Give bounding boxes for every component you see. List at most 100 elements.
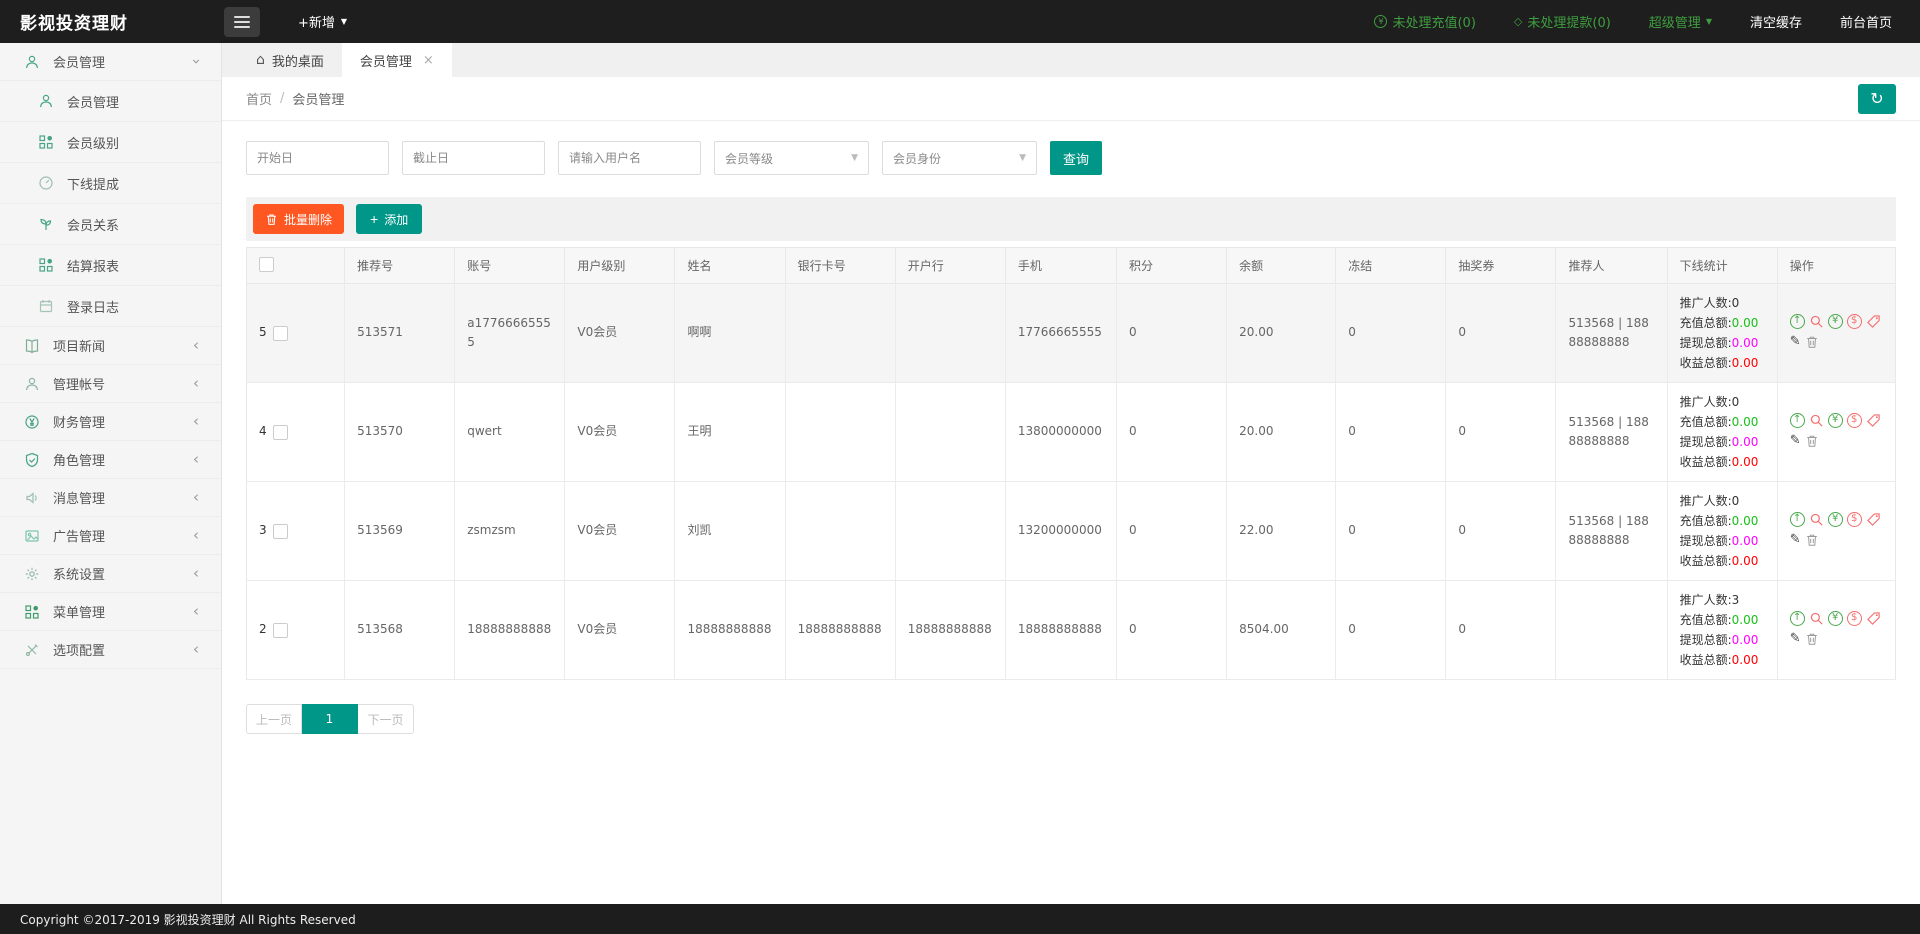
arrow-up-icon[interactable]: ↑ xyxy=(1790,314,1805,329)
chevron-left-icon: ‹ xyxy=(193,490,199,505)
sidebar-item-project-news[interactable]: 项目新闻 ‹ xyxy=(0,327,221,365)
tag-icon[interactable] xyxy=(1866,314,1881,329)
row-checkbox[interactable] xyxy=(273,326,288,341)
edit-icon[interactable]: ✎ xyxy=(1790,530,1801,551)
clear-cache-link[interactable]: 清空缓存 xyxy=(1750,12,1802,31)
shield-check-icon xyxy=(24,452,40,468)
sidebar-item-label: 财务管理 xyxy=(53,412,105,431)
top-bar: 影视投资理财 +新增 ▼ ¥ 未处理充值(0) ◇ 未处理提款(0) 超级管理 … xyxy=(0,0,1920,43)
grid-icon xyxy=(38,257,54,273)
prev-page-button[interactable]: 上一页 xyxy=(246,704,302,734)
arrow-up-icon[interactable]: ↑ xyxy=(1790,512,1805,527)
magnifier-icon[interactable] xyxy=(1809,611,1824,626)
pending-recharge-link[interactable]: ¥ 未处理充值(0) xyxy=(1374,12,1475,31)
sidebar-item-message-management[interactable]: 消息管理 ‹ xyxy=(0,479,221,517)
batch-delete-button[interactable]: 批量删除 xyxy=(253,204,344,234)
stat-recharge-label: 充值总额: xyxy=(1680,613,1732,627)
dollar-icon[interactable]: $ xyxy=(1847,512,1862,527)
footer: Copyright ©2017-2019 影视投资理财 All Rights R… xyxy=(0,904,1920,934)
magnifier-icon[interactable] xyxy=(1809,512,1824,527)
dollar-icon[interactable]: $ xyxy=(1847,413,1862,428)
sidebar-item-label: 会员级别 xyxy=(67,133,119,152)
col-header-downline-stats: 下线统计 xyxy=(1667,248,1777,284)
sidebar-item-member-management[interactable]: 会员管理 xyxy=(0,81,221,122)
edit-icon[interactable]: ✎ xyxy=(1790,332,1801,353)
member-identity-select-value: 会员身份 xyxy=(893,150,941,167)
col-header-level: 用户级别 xyxy=(565,248,675,284)
next-page-button[interactable]: 下一页 xyxy=(358,704,414,734)
yen-icon[interactable]: ¥ xyxy=(1828,611,1843,626)
tab-member-management[interactable]: 会员管理 × xyxy=(342,43,452,77)
search-button[interactable]: 查询 xyxy=(1050,141,1102,175)
sidebar-item-option-config[interactable]: 选项配置 ‹ xyxy=(0,631,221,669)
dollar-icon[interactable]: $ xyxy=(1847,611,1862,626)
trash-icon[interactable] xyxy=(1805,434,1819,448)
menu-toggle-button[interactable] xyxy=(224,7,260,37)
sidebar-item-label: 系统设置 xyxy=(53,564,105,583)
add-button[interactable]: + 添加 xyxy=(356,204,422,234)
sidebar-item-member-relations[interactable]: 会员关系 xyxy=(0,204,221,245)
col-header-name: 姓名 xyxy=(675,248,785,284)
chevron-left-icon: ‹ xyxy=(193,566,199,581)
magnifier-icon[interactable] xyxy=(1809,413,1824,428)
home-icon: ⌂ xyxy=(256,52,265,68)
start-date-input[interactable] xyxy=(246,141,389,175)
row-checkbox[interactable] xyxy=(273,425,288,440)
sidebar-item-downline-commission[interactable]: 下线提成 xyxy=(0,163,221,204)
cell-bank xyxy=(895,482,1005,581)
arrow-up-icon[interactable]: ↑ xyxy=(1790,413,1805,428)
sidebar-item-role-management[interactable]: 角色管理 ‹ xyxy=(0,441,221,479)
row-checkbox[interactable] xyxy=(273,623,288,638)
magnifier-icon[interactable] xyxy=(1809,314,1824,329)
tag-icon[interactable] xyxy=(1866,512,1881,527)
sidebar-item-login-log[interactable]: 登录日志 xyxy=(0,286,221,327)
row-id: 2 xyxy=(259,620,267,639)
close-icon[interactable]: × xyxy=(423,53,434,68)
sidebar-item-system-settings[interactable]: 系统设置 ‹ xyxy=(0,555,221,593)
arrow-up-icon[interactable]: ↑ xyxy=(1790,611,1805,626)
cell-name: 啊啊 xyxy=(675,284,785,383)
yen-icon[interactable]: ¥ xyxy=(1828,512,1843,527)
cell-downline-stats: 推广人数:3 充值总额:0.00 提现总额:0.00 收益总额:0.00 xyxy=(1667,581,1777,680)
pending-withdraw-link[interactable]: ◇ 未处理提款(0) xyxy=(1514,12,1611,31)
sidebar-item-member-management-group[interactable]: 会员管理 ‹ xyxy=(0,43,221,81)
yen-icon[interactable]: ¥ xyxy=(1828,413,1843,428)
row-checkbox[interactable] xyxy=(273,524,288,539)
member-level-select[interactable]: 会员等级 ▼ xyxy=(714,141,869,175)
sidebar-item-menu-management[interactable]: 菜单管理 ‹ xyxy=(0,593,221,631)
edit-icon[interactable]: ✎ xyxy=(1790,431,1801,452)
cell-bank-card xyxy=(785,482,895,581)
refresh-button[interactable]: ↻ xyxy=(1858,84,1896,114)
chevron-down-icon: ▼ xyxy=(1019,154,1026,163)
sidebar-item-ad-management[interactable]: 广告管理 ‹ xyxy=(0,517,221,555)
tag-icon[interactable] xyxy=(1866,413,1881,428)
sidebar-item-label: 项目新闻 xyxy=(53,336,105,355)
username-input[interactable] xyxy=(558,141,701,175)
trash-icon[interactable] xyxy=(1805,533,1819,547)
cell-account: qwert xyxy=(455,383,565,482)
tab-desktop[interactable]: ⌂ 我的桌面 xyxy=(238,43,342,77)
front-page-link[interactable]: 前台首页 xyxy=(1840,12,1892,31)
end-date-input[interactable] xyxy=(402,141,545,175)
sidebar-item-finance-management[interactable]: 财务管理 ‹ xyxy=(0,403,221,441)
edit-icon[interactable]: ✎ xyxy=(1790,629,1801,650)
cell-balance: 22.00 xyxy=(1227,482,1336,581)
dollar-icon[interactable]: $ xyxy=(1847,314,1862,329)
select-all-checkbox[interactable] xyxy=(259,257,274,272)
batch-delete-label: 批量删除 xyxy=(284,211,332,228)
sidebar-item-label: 菜单管理 xyxy=(53,602,105,621)
sidebar-item-member-level[interactable]: 会员级别 xyxy=(0,122,221,163)
gear-icon xyxy=(24,566,40,582)
tag-icon[interactable] xyxy=(1866,611,1881,626)
member-identity-select[interactable]: 会员身份 ▼ xyxy=(882,141,1037,175)
trash-icon[interactable] xyxy=(1805,335,1819,349)
sidebar-item-label: 会员管理 xyxy=(53,52,105,71)
sidebar-item-settlement-report[interactable]: 结算报表 xyxy=(0,245,221,286)
current-page-button[interactable]: 1 xyxy=(302,704,358,734)
new-dropdown-button[interactable]: +新增 ▼ xyxy=(298,12,347,31)
admin-dropdown[interactable]: 超级管理 ▼ xyxy=(1649,12,1712,31)
breadcrumb-home[interactable]: 首页 xyxy=(246,89,272,108)
trash-icon[interactable] xyxy=(1805,632,1819,646)
sidebar-item-admin-accounts[interactable]: 管理帐号 ‹ xyxy=(0,365,221,403)
yen-icon[interactable]: ¥ xyxy=(1828,314,1843,329)
